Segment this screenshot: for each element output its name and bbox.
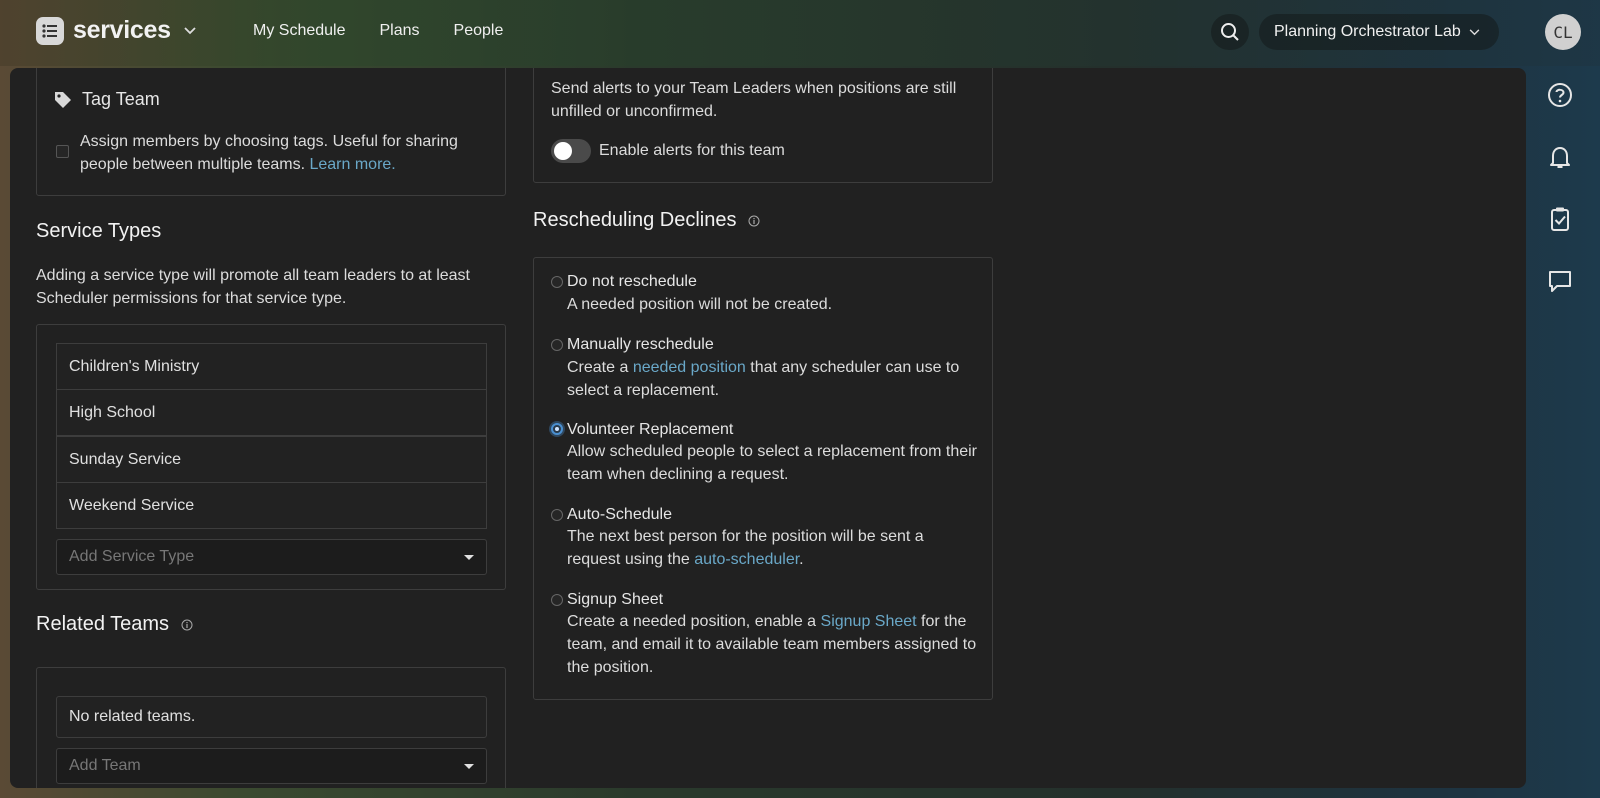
option-description: Create a needed position that any schedu… — [567, 356, 977, 402]
help-icon[interactable] — [1545, 80, 1575, 110]
option-label: Do not reschedule — [567, 273, 697, 290]
radio-manually-reschedule[interactable] — [551, 339, 563, 351]
rescheduling-heading: Rescheduling Declines — [533, 209, 737, 231]
option-label: Volunteer Replacement — [567, 421, 734, 438]
tag-team-title-row: Tag Team — [54, 89, 160, 110]
add-service-type-select[interactable]: Add Service Type — [56, 539, 487, 575]
add-service-type-placeholder: Add Service Type — [69, 548, 195, 565]
service-types-heading: Service Types — [36, 220, 162, 242]
tag-team-description: Assign members by choosing tags. Useful … — [80, 130, 490, 176]
tag-team-card: Tag Team Assign members by choosing tags… — [36, 68, 506, 196]
caret-down-icon — [464, 555, 474, 560]
add-team-select[interactable]: Add Team — [56, 748, 487, 784]
main-panel: Tag Team Assign members by choosing tags… — [10, 68, 1526, 788]
option-description: Allow scheduled people to select a repla… — [567, 443, 977, 483]
tag-team-title: Tag Team — [82, 89, 160, 109]
description-text: . — [799, 551, 804, 568]
tag-icon — [55, 91, 71, 108]
radio-volunteer-replacement[interactable] — [551, 423, 563, 435]
option-label: Signup Sheet — [567, 591, 664, 608]
option-label: Manually reschedule — [567, 336, 714, 353]
chat-icon[interactable] — [1545, 266, 1575, 296]
radio-signup-sheet[interactable] — [551, 594, 563, 606]
top-bar: services My Schedule Plans People Planni… — [0, 0, 1600, 66]
description-text: Create a needed position, enable a — [567, 613, 821, 630]
avatar[interactable]: CL — [1545, 14, 1581, 50]
chevron-down-icon — [184, 26, 196, 34]
no-related-teams: No related teams. — [56, 696, 487, 738]
tag-team-checkbox[interactable] — [56, 145, 69, 158]
description-text: Create a — [567, 359, 633, 376]
organization-switcher[interactable]: Planning Orchestrator Lab — [1259, 14, 1499, 50]
nav-plans[interactable]: Plans — [380, 22, 420, 40]
option-description: Create a needed position, enable a Signu… — [567, 610, 977, 679]
service-type-item[interactable]: High School — [56, 389, 487, 436]
radio-do-not-reschedule[interactable] — [551, 276, 563, 288]
needed-position-link[interactable]: needed position — [633, 359, 746, 376]
service-type-item[interactable]: Weekend Service — [56, 482, 487, 529]
main-nav: My Schedule Plans People — [253, 22, 503, 40]
related-teams-heading-row: Related Teams — [36, 613, 193, 636]
auto-scheduler-link[interactable]: auto-scheduler — [694, 551, 799, 568]
option-description: The next best person for the position wi… — [567, 525, 977, 571]
info-icon[interactable] — [181, 619, 193, 631]
caret-down-icon — [464, 764, 474, 769]
radio-auto-schedule[interactable] — [551, 509, 563, 521]
rescheduling-heading-row: Rescheduling Declines — [533, 209, 760, 232]
learn-more-link[interactable]: Learn more. — [309, 156, 395, 173]
service-type-item[interactable]: Sunday Service — [56, 436, 487, 483]
bell-icon[interactable] — [1545, 142, 1575, 172]
list-icon — [36, 16, 64, 45]
toggle-knob — [554, 142, 572, 160]
organization-name: Planning Orchestrator Lab — [1274, 23, 1461, 40]
info-icon[interactable] — [748, 215, 760, 227]
app-switcher[interactable]: services — [36, 16, 196, 45]
enable-alerts-label: Enable alerts for this team — [599, 142, 785, 159]
option-label: Auto-Schedule — [567, 506, 672, 523]
service-type-item[interactable]: Children's Ministry — [56, 343, 487, 390]
nav-my-schedule[interactable]: My Schedule — [253, 22, 346, 40]
add-team-placeholder: Add Team — [69, 757, 141, 774]
app-name: services — [73, 16, 171, 44]
enable-alerts-toggle[interactable] — [551, 139, 591, 163]
search-button[interactable] — [1211, 14, 1249, 50]
signup-sheet-link[interactable]: Signup Sheet — [821, 613, 917, 630]
tag-team-description-text: Assign members by choosing tags. Useful … — [80, 133, 458, 173]
search-icon — [1221, 23, 1239, 41]
chevron-down-icon — [1469, 28, 1480, 35]
alerts-description: Send alerts to your Team Leaders when po… — [551, 80, 957, 120]
nav-people[interactable]: People — [454, 22, 504, 40]
clipboard-check-icon[interactable] — [1545, 204, 1575, 234]
option-description: A needed position will not be created. — [567, 296, 833, 313]
related-teams-heading: Related Teams — [36, 613, 170, 635]
service-types-description: Adding a service type will promote all t… — [36, 267, 470, 307]
